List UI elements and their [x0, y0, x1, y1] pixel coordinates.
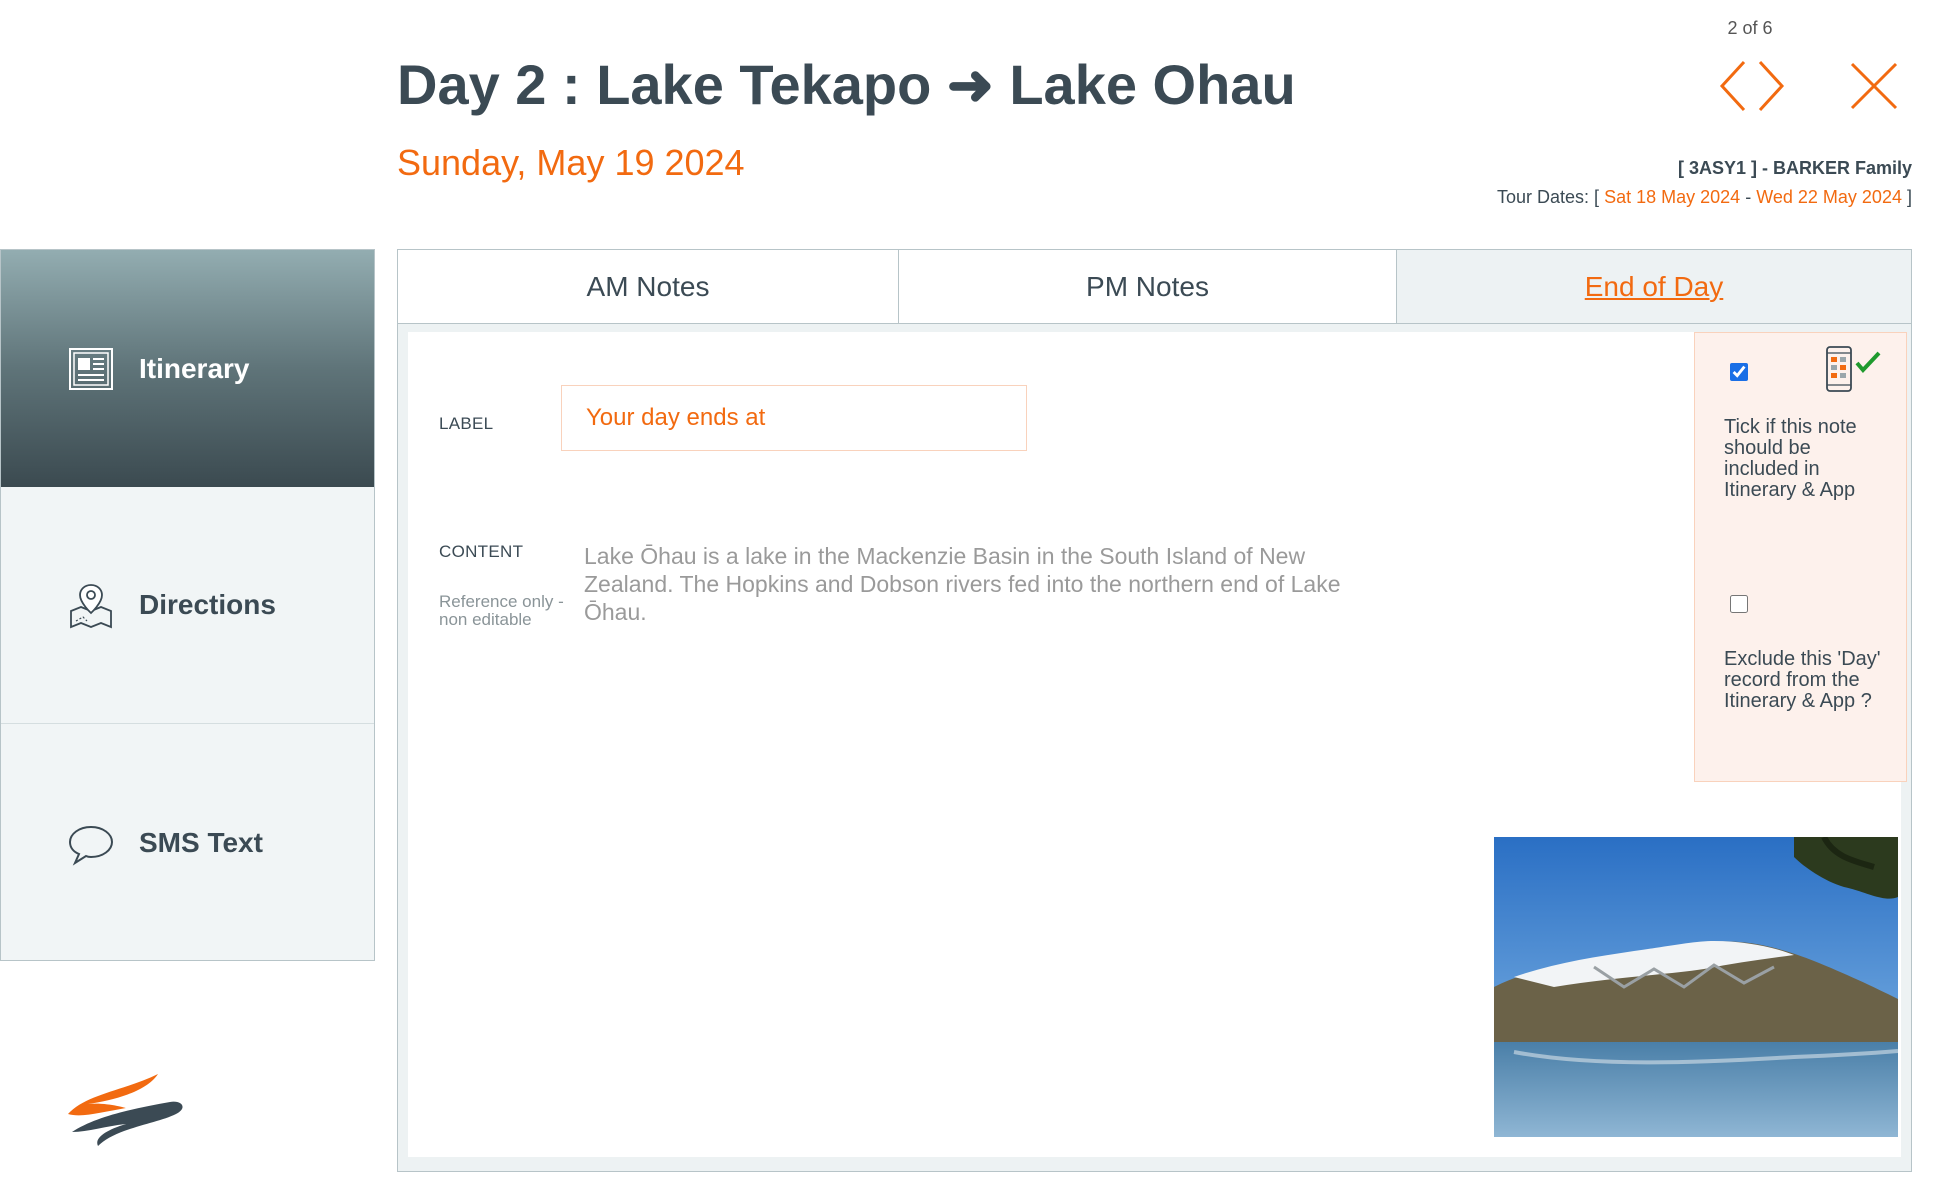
- sidebar-item-directions[interactable]: Directions: [1, 487, 374, 724]
- page-counter: 2 of 6: [1727, 18, 1773, 38]
- exclude-day-label: Exclude this 'Day' record from the Itine…: [1724, 648, 1881, 712]
- content-text: Lake Ōhau is a lake in the Mackenzie Bas…: [584, 543, 1341, 625]
- exclude-day-checkbox[interactable]: [1730, 595, 1748, 613]
- sidebar-item-label: Directions: [139, 589, 276, 620]
- tab-am-notes[interactable]: AM Notes: [398, 250, 899, 323]
- page-date: Sunday, May 19 2024: [397, 142, 745, 183]
- tour-dates-suffix: ]: [1906, 187, 1912, 207]
- tab-pm-notes[interactable]: PM Notes: [899, 250, 1397, 323]
- tour-start-date: Sat 18 May 2024: [1604, 187, 1741, 207]
- include-in-app-checkbox[interactable]: [1730, 363, 1748, 381]
- note-panel: LABEL CONTENT Reference only - non edita…: [397, 323, 1912, 1172]
- lake-ohau-photo: [1494, 837, 1898, 1137]
- booking-reference: [ 3ASY1 ] - BARKER Family: [1677, 158, 1912, 178]
- tour-dates-prefix: Tour Dates: [: [1497, 187, 1600, 207]
- phone-check-icon: [1826, 346, 1881, 392]
- map-pin-icon: [67, 581, 115, 629]
- visibility-options: Tick if this note should be included in …: [1694, 332, 1907, 782]
- label-input[interactable]: [561, 385, 1027, 451]
- speech-bubble-icon: [67, 819, 115, 867]
- note-panel-body: LABEL CONTENT Reference only - non edita…: [408, 332, 1907, 1157]
- include-in-app-label: Tick if this note should be included in …: [1724, 416, 1857, 501]
- tour-dates-separator: -: [1745, 187, 1752, 207]
- day-navigation: [1716, 58, 1788, 114]
- tour-dates: Tour Dates: [ Sat 18 May 2024 - Wed 22 M…: [1497, 187, 1912, 208]
- sidebar-item-itinerary[interactable]: Itinerary: [1, 250, 374, 487]
- company-logo: [68, 1074, 183, 1146]
- page-title: Day 2 : Lake Tekapo ➜ Lake Ohau: [397, 53, 1296, 116]
- next-day-icon[interactable]: [1754, 58, 1788, 114]
- close-icon[interactable]: [1850, 62, 1898, 110]
- tab-end-of-day[interactable]: End of Day: [1397, 250, 1911, 323]
- sidebar-item-label: SMS Text: [139, 826, 263, 858]
- itinerary-icon: [67, 345, 115, 393]
- sidebar-item-sms-text[interactable]: SMS Text: [1, 724, 374, 961]
- tour-end-date: Wed 22 May 2024: [1756, 187, 1902, 207]
- previous-day-icon[interactable]: [1716, 58, 1750, 114]
- sidebar: Itinerary Directions SMS Text: [0, 249, 375, 961]
- content-caption: CONTENT: [439, 542, 524, 561]
- label-caption: LABEL: [439, 414, 494, 433]
- note-tabs: AM Notes PM Notes End of Day: [397, 249, 1912, 324]
- reference-note: Reference only - non editable: [439, 592, 564, 629]
- sidebar-item-label: Itinerary: [139, 352, 250, 384]
